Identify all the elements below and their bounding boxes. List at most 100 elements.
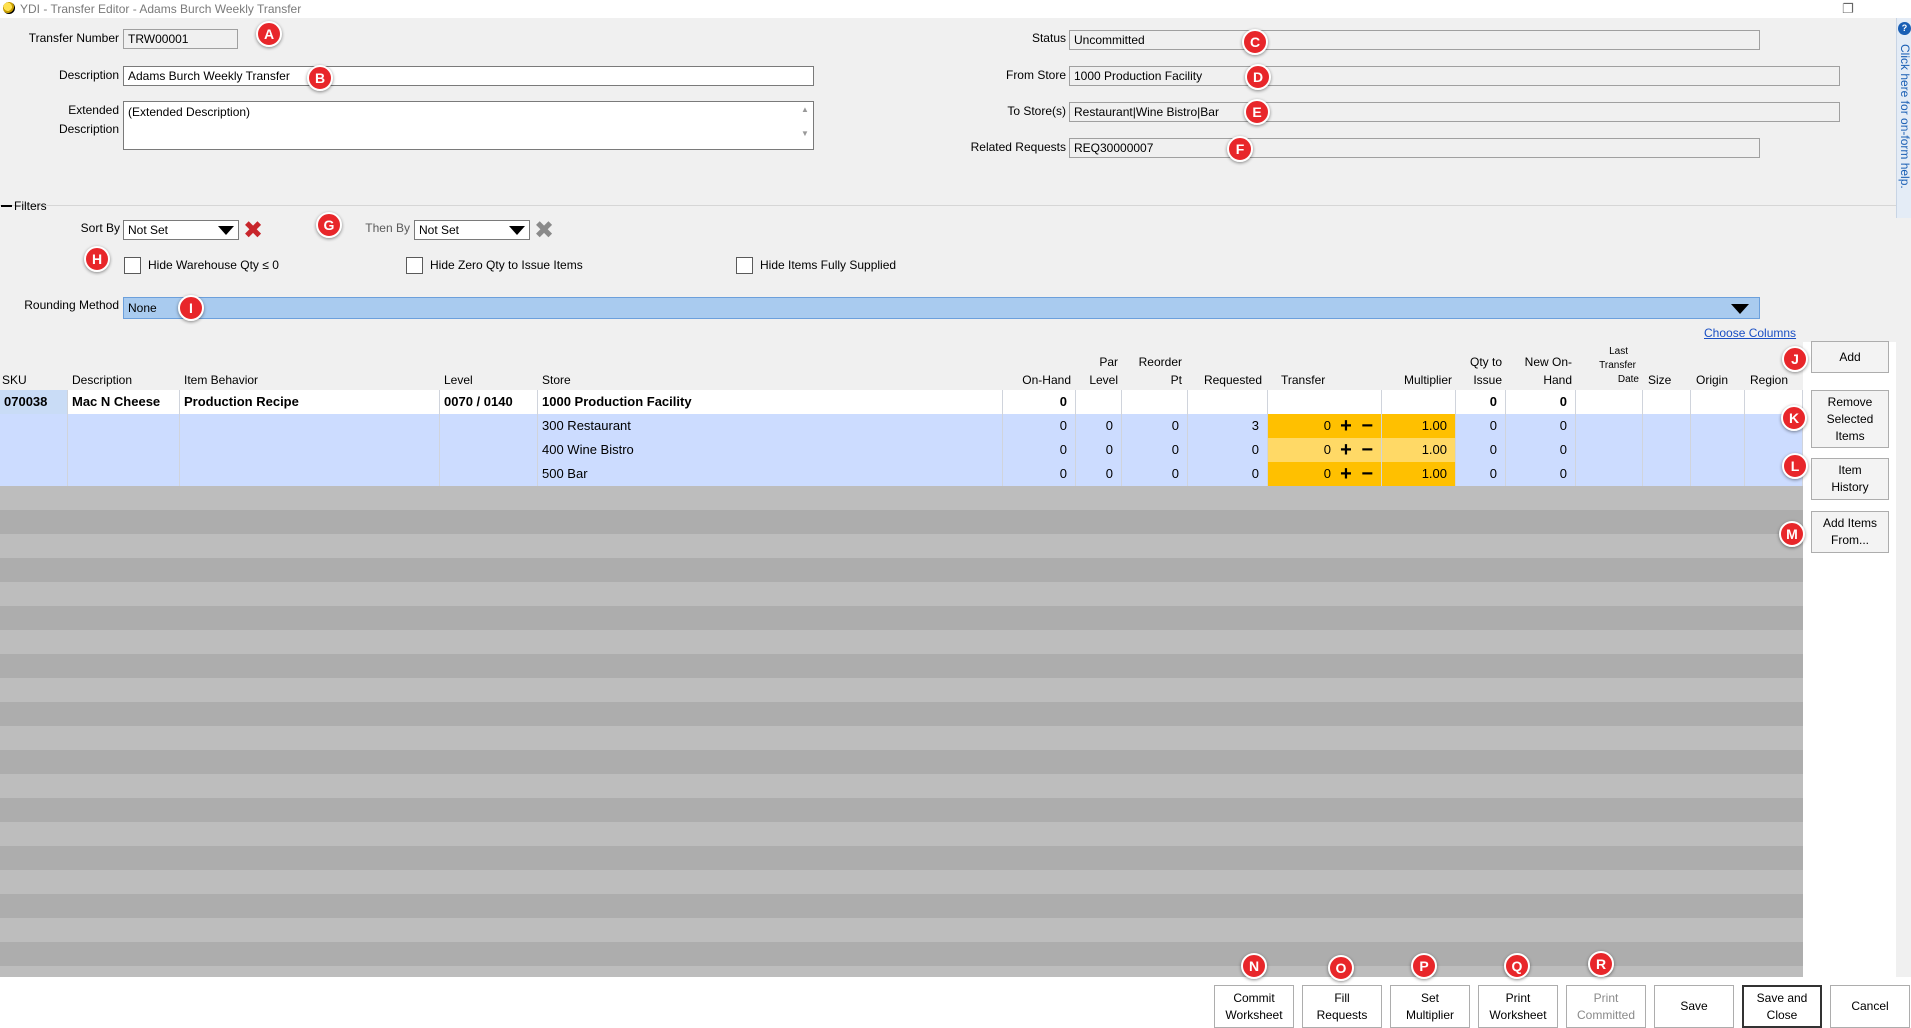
table-row-parent[interactable]: 070038 Mac N Cheese Production Recipe 00…: [0, 390, 1803, 414]
cell-item-behavior[interactable]: Production Recipe: [180, 390, 440, 414]
cell-qty-to-issue[interactable]: 0: [1456, 414, 1506, 438]
cell-store[interactable]: 1000 Production Facility: [538, 390, 1003, 414]
cancel-button[interactable]: Cancel: [1830, 985, 1910, 1028]
save-and-close-button[interactable]: Save and Close: [1742, 985, 1822, 1028]
cell-reorder-pt[interactable]: [1122, 390, 1188, 414]
table-row[interactable]: 500 Bar 0 0 0 0 0 + − 1.00 0 0: [0, 462, 1803, 486]
extended-description-textarea[interactable]: (Extended Description) ▲ ▼: [123, 101, 814, 150]
col-header-last-transfer-3[interactable]: Date: [1576, 373, 1639, 387]
cell-on-hand[interactable]: 0: [1003, 438, 1076, 462]
save-button[interactable]: Save: [1654, 985, 1734, 1028]
col-header-transfer[interactable]: Transfer: [1281, 373, 1325, 388]
add-button[interactable]: Add: [1811, 341, 1889, 373]
plus-minus-icons[interactable]: + −: [1340, 438, 1375, 462]
cell-qty-to-issue[interactable]: 0: [1456, 390, 1506, 414]
cell-last-transfer-date[interactable]: [1576, 438, 1643, 462]
set-multiplier-button[interactable]: Set Multiplier: [1390, 985, 1470, 1028]
remove-selected-items-button[interactable]: Remove Selected Items: [1811, 390, 1889, 448]
cell-description[interactable]: [68, 438, 180, 462]
then-by-select[interactable]: Not Set: [414, 220, 530, 240]
col-header-new-on-hand-2[interactable]: Hand: [1506, 373, 1572, 388]
cell-on-hand[interactable]: 0: [1003, 390, 1076, 414]
restore-window-icon[interactable]: ❐: [1842, 1, 1854, 17]
cell-last-transfer-date[interactable]: [1576, 462, 1643, 486]
print-committed-button[interactable]: Print Committed: [1566, 985, 1646, 1028]
textarea-scrollbar[interactable]: ▲ ▼: [799, 104, 811, 147]
cell-last-transfer-date[interactable]: [1576, 390, 1643, 414]
cell-multiplier[interactable]: 1.00: [1382, 414, 1456, 438]
cell-level[interactable]: [440, 462, 538, 486]
cell-sku[interactable]: [0, 462, 68, 486]
cell-reorder-pt[interactable]: 0: [1122, 438, 1188, 462]
col-header-multiplier[interactable]: Multiplier: [1382, 373, 1452, 388]
transfer-value[interactable]: 0: [1324, 462, 1331, 486]
commit-worksheet-button[interactable]: Commit Worksheet: [1214, 985, 1294, 1028]
cell-qty-to-issue[interactable]: 0: [1456, 438, 1506, 462]
cell-description[interactable]: [68, 414, 180, 438]
cell-level[interactable]: [440, 438, 538, 462]
cell-qty-to-issue[interactable]: 0: [1456, 462, 1506, 486]
cell-reorder-pt[interactable]: 0: [1122, 414, 1188, 438]
cell-size[interactable]: [1643, 414, 1691, 438]
col-header-qty-to-issue-2[interactable]: Issue: [1456, 373, 1502, 388]
transfer-items-grid[interactable]: SKU Description Item Behavior Level Stor…: [0, 342, 1803, 977]
col-header-last-transfer-2[interactable]: Transfer: [1576, 359, 1636, 373]
cell-transfer[interactable]: 0 + −: [1268, 414, 1382, 438]
cell-origin[interactable]: [1691, 462, 1745, 486]
col-header-size[interactable]: Size: [1648, 373, 1671, 388]
cell-new-on-hand[interactable]: 0: [1506, 462, 1576, 486]
hide-zero-qty-checkbox[interactable]: [406, 257, 423, 274]
table-row[interactable]: 400 Wine Bistro 0 0 0 0 0 + − 1.00 0 0: [0, 438, 1803, 462]
cell-requested[interactable]: 0: [1188, 462, 1268, 486]
cell-description[interactable]: [68, 462, 180, 486]
col-header-sku[interactable]: SKU: [2, 373, 27, 388]
transfer-value[interactable]: 0: [1324, 414, 1331, 438]
cell-multiplier[interactable]: [1382, 390, 1456, 414]
cell-item-behavior[interactable]: [180, 462, 440, 486]
col-header-origin[interactable]: Origin: [1696, 373, 1728, 388]
cell-new-on-hand[interactable]: 0: [1506, 414, 1576, 438]
cell-last-transfer-date[interactable]: [1576, 414, 1643, 438]
cell-reorder-pt[interactable]: 0: [1122, 462, 1188, 486]
cell-par-level[interactable]: 0: [1076, 414, 1122, 438]
on-form-help-tab[interactable]: ? Click here for on-form help.: [1896, 18, 1911, 218]
cell-transfer[interactable]: 0 + −: [1268, 462, 1382, 486]
hide-warehouse-checkbox[interactable]: [124, 257, 141, 274]
rounding-method-select[interactable]: None: [123, 297, 1760, 319]
table-row[interactable]: 300 Restaurant 0 0 0 3 0 + − 1.00 0 0: [0, 414, 1803, 438]
cell-sku[interactable]: 070038: [0, 390, 68, 414]
cell-par-level[interactable]: 0: [1076, 462, 1122, 486]
collapse-filters-icon[interactable]: [1, 205, 12, 207]
col-header-level[interactable]: Level: [444, 373, 473, 388]
col-header-on-hand[interactable]: On-Hand: [1003, 373, 1071, 388]
item-history-button[interactable]: Item History: [1811, 458, 1889, 500]
cell-on-hand[interactable]: 0: [1003, 462, 1076, 486]
cell-par-level[interactable]: 0: [1076, 438, 1122, 462]
fill-requests-button[interactable]: Fill Requests: [1302, 985, 1382, 1028]
transfer-value[interactable]: 0: [1324, 438, 1331, 462]
cell-on-hand[interactable]: 0: [1003, 414, 1076, 438]
col-header-description[interactable]: Description: [72, 373, 132, 388]
col-header-par-level-1[interactable]: Par: [1076, 355, 1118, 370]
col-header-par-level-2[interactable]: Level: [1076, 373, 1118, 388]
cell-multiplier[interactable]: 1.00: [1382, 438, 1456, 462]
col-header-requested[interactable]: Requested: [1188, 373, 1262, 388]
clear-then-by-icon[interactable]: ✖: [534, 219, 554, 243]
print-worksheet-button[interactable]: Print Worksheet: [1478, 985, 1558, 1028]
sort-by-select[interactable]: Not Set: [123, 220, 239, 240]
plus-minus-icons[interactable]: + −: [1340, 462, 1375, 486]
col-header-reorder-pt-1[interactable]: Reorder: [1122, 355, 1182, 370]
cell-new-on-hand[interactable]: 0: [1506, 438, 1576, 462]
cell-sku[interactable]: [0, 438, 68, 462]
cell-origin[interactable]: [1691, 414, 1745, 438]
col-header-store[interactable]: Store: [542, 373, 571, 388]
cell-transfer[interactable]: [1268, 390, 1382, 414]
col-header-reorder-pt-2[interactable]: Pt: [1122, 373, 1182, 388]
cell-new-on-hand[interactable]: 0: [1506, 390, 1576, 414]
cell-origin[interactable]: [1691, 438, 1745, 462]
cell-size[interactable]: [1643, 462, 1691, 486]
cell-level[interactable]: 0070 / 0140: [440, 390, 538, 414]
cell-sku[interactable]: [0, 414, 68, 438]
filters-section-label[interactable]: Filters: [14, 199, 47, 213]
choose-columns-link[interactable]: Choose Columns: [1704, 326, 1796, 340]
